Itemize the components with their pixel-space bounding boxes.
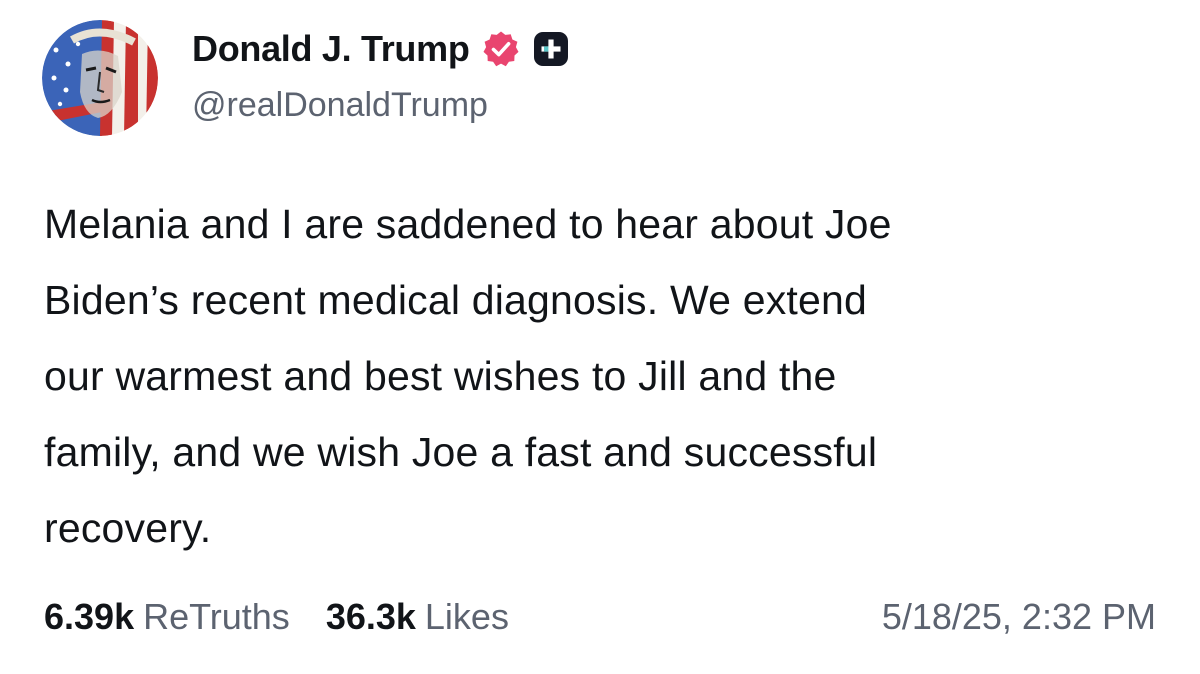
avatar-image xyxy=(42,20,158,136)
author-name-row: Donald J. Trump xyxy=(192,26,569,72)
retruths-count: 6.39k xyxy=(44,596,135,637)
truth-post: Donald J. Trump @realDonaldTrump Melania… xyxy=(0,0,1200,674)
post-stats: 6.39k ReTruths 36.3k Likes 5/18/25, 2:32… xyxy=(44,592,1156,642)
likes-label: Likes xyxy=(424,596,509,637)
display-name[interactable]: Donald J. Trump xyxy=(192,28,470,70)
likes-count: 36.3k xyxy=(325,596,416,637)
verified-badge-icon xyxy=(482,30,520,68)
avatar[interactable] xyxy=(42,20,158,136)
post-timestamp[interactable]: 5/18/25, 2:32 PM xyxy=(882,596,1156,638)
author-handle[interactable]: @realDonaldTrump xyxy=(192,86,488,125)
retruths-label: ReTruths xyxy=(143,596,290,637)
plus-badge-icon xyxy=(533,31,569,67)
likes-stat[interactable]: 36.3k Likes xyxy=(326,596,509,638)
retruths-stat[interactable]: 6.39k ReTruths xyxy=(44,596,290,638)
post-text: Melania and I are saddened to hear about… xyxy=(44,201,892,551)
